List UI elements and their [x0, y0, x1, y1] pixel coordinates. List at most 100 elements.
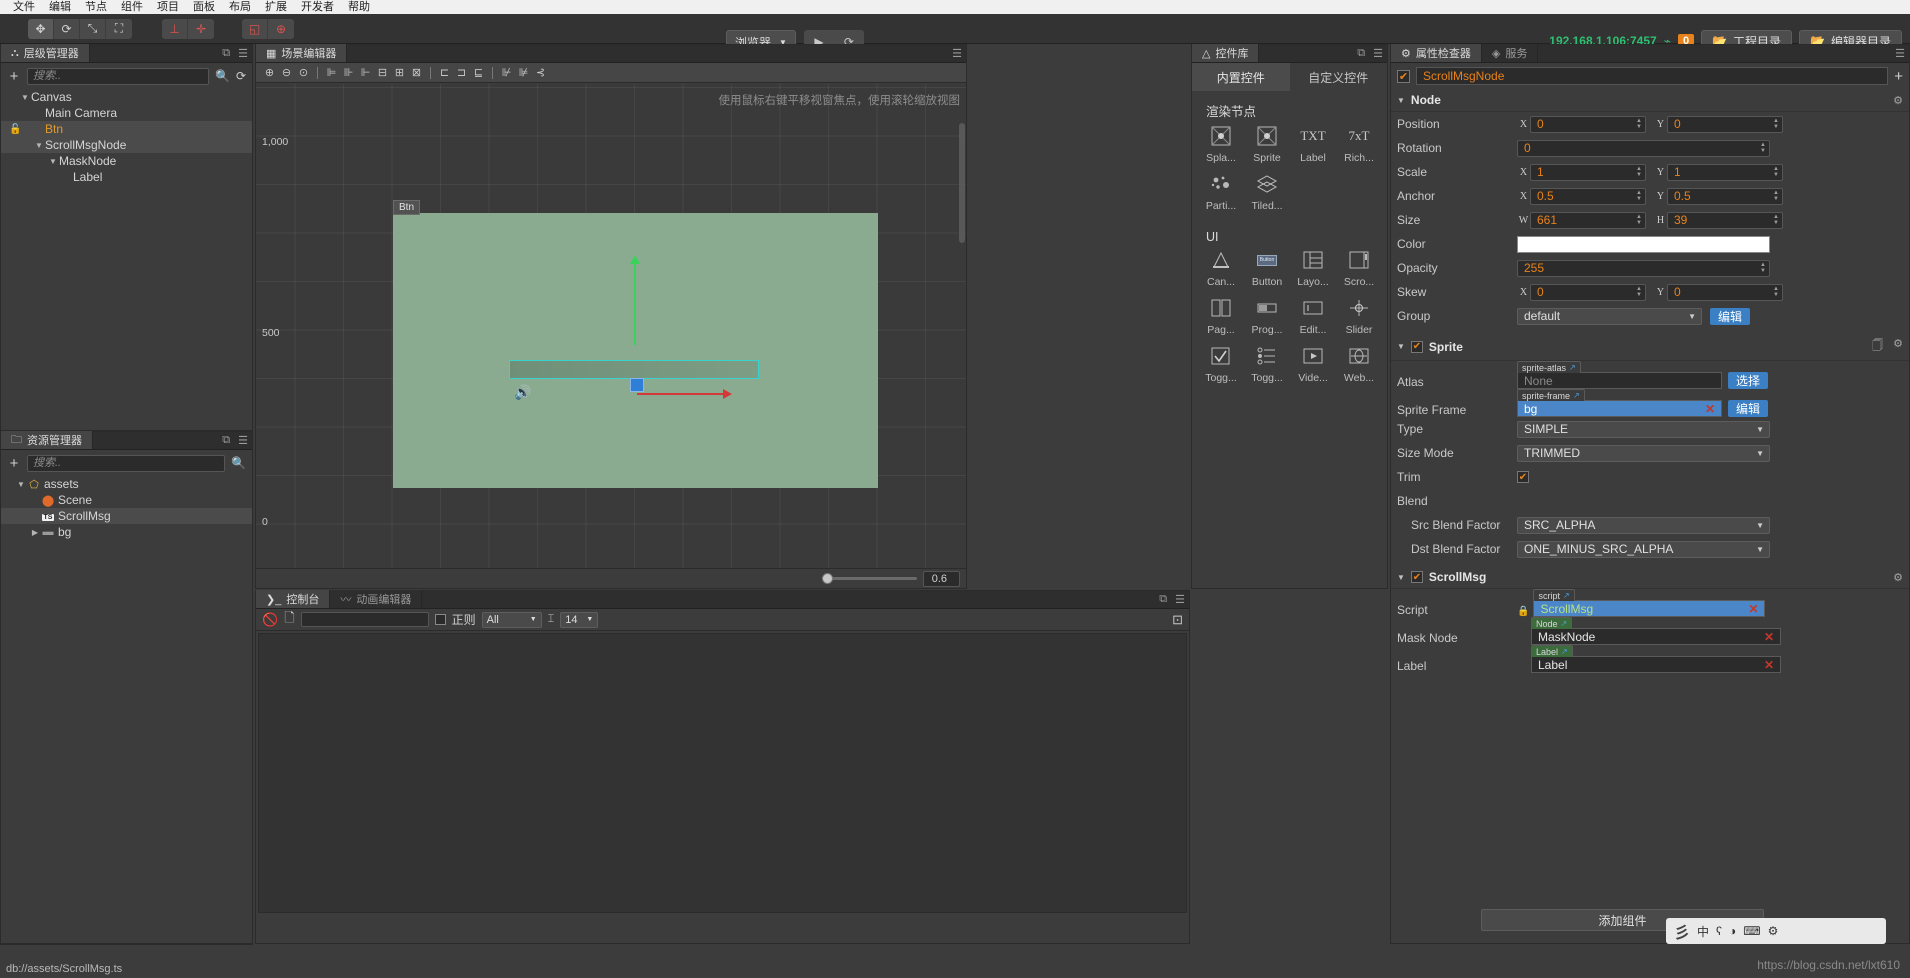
zoom-in-icon[interactable]: ⊕ [262, 65, 277, 81]
widget-item-slider[interactable]: Slider [1336, 296, 1382, 336]
widget-item-togg[interactable]: Togg... [1198, 344, 1244, 384]
external-link-icon[interactable]: ↗ [1569, 363, 1576, 372]
hamburger-icon[interactable]: ☰ [952, 47, 962, 60]
stepper-icon[interactable]: ▲ ▼ [1634, 213, 1644, 228]
align-center-h-icon[interactable]: ⊪ [341, 65, 356, 81]
stepper-icon[interactable]: ▲ ▼ [1771, 189, 1781, 204]
stepper-icon[interactable]: ▲ ▼ [1634, 189, 1644, 204]
expand-arrow-icon[interactable]: ▼ [47, 157, 59, 166]
script-input[interactable]: ScrollMsg ✕ [1533, 600, 1766, 617]
copy-console-icon[interactable]: 🗋 [284, 609, 294, 631]
align-top-icon[interactable]: ⊟ [375, 65, 390, 81]
tab-builtin-widgets[interactable]: 内置控件 [1192, 63, 1290, 91]
ime-mode-label[interactable]: 中 [1697, 923, 1709, 940]
clear-icon[interactable]: ✕ [1748, 602, 1758, 616]
atlas-select-button[interactable]: 选择 [1728, 372, 1768, 389]
stepper-icon[interactable]: ▲ ▼ [1758, 141, 1768, 156]
align-middle-icon[interactable]: ⊞ [392, 65, 407, 81]
spacing-v-icon[interactable]: ⊯ [516, 65, 531, 81]
anchor-x-input[interactable]: 0.5 ▲ ▼ [1530, 187, 1646, 205]
collapse-triangle-icon[interactable]: ▼ [1397, 96, 1405, 105]
rotate-tool-icon[interactable]: ⟳ [54, 18, 80, 39]
opacity-input[interactable]: 255 ▲ ▼ [1517, 259, 1770, 277]
expand-arrow-icon[interactable]: ▼ [33, 141, 45, 150]
local-coord-icon[interactable]: ◱ [242, 18, 268, 39]
trim-checkbox[interactable]: ✔ [1517, 471, 1529, 483]
zoom-slider-knob[interactable] [821, 573, 833, 584]
tab-property-inspector[interactable]: ⚙ 属性检查器 [1391, 44, 1482, 62]
hamburger-icon[interactable]: ☰ [1373, 47, 1383, 60]
console-level-select[interactable]: All ▼ [481, 611, 542, 628]
widget-item-sprite[interactable]: Sprite [1244, 124, 1290, 164]
menu-item-help[interactable]: 帮助 [341, 0, 377, 14]
tab-custom-widgets[interactable]: 自定义控件 [1289, 63, 1387, 91]
tab-widget-library[interactable]: △ 控件库 [1192, 44, 1260, 62]
label-node-input[interactable]: Label ✕ [1531, 656, 1781, 673]
zoom-out-icon[interactable]: ⊖ [279, 65, 294, 81]
skew-x-input[interactable]: 0 ▲ ▼ [1530, 283, 1646, 301]
distribute-h-icon[interactable]: ⊏ [437, 65, 452, 81]
expand-arrow-icon[interactable]: ▼ [19, 93, 31, 102]
hierarchy-node-main-camera[interactable]: Main Camera [1, 105, 252, 121]
group-select[interactable]: default ▼ [1517, 307, 1702, 325]
external-link-icon[interactable]: ↗ [1573, 391, 1580, 400]
hierarchy-node-btn[interactable]: 🔓 Btn [1, 121, 252, 137]
console-filter-input[interactable] [300, 612, 429, 627]
asset-node-bg[interactable]: ▶ ▬ bg [1, 524, 252, 540]
ime-shape-icon[interactable]: ◑ [1729, 924, 1736, 938]
section-node[interactable]: ▼ Node ⚙ [1391, 89, 1909, 112]
external-link-icon[interactable]: ↗ [1561, 619, 1568, 628]
align-right-icon[interactable]: ⊩ [358, 65, 373, 81]
external-link-icon[interactable]: ↗ [1561, 647, 1568, 656]
widget-item-rich[interactable]: 7xT Rich... [1336, 124, 1382, 164]
stepper-icon[interactable]: ▲ ▼ [1634, 117, 1644, 132]
copy-icon[interactable]: 🗍 [1872, 337, 1883, 356]
anchor-y-input[interactable]: 0.5 ▲ ▼ [1667, 187, 1783, 205]
ime-settings-icon[interactable]: ⚙ [1768, 924, 1779, 938]
align-bottom-icon[interactable]: ⊠ [409, 65, 424, 81]
widget-item-pag[interactable]: Pag... [1198, 296, 1244, 336]
zoom-value[interactable]: 0.6 [922, 570, 960, 587]
collapse-triangle-icon[interactable]: ▼ [1397, 342, 1405, 351]
popout-icon[interactable]: ⧉ [1357, 47, 1365, 60]
gear-icon[interactable]: ⚙ [1893, 94, 1903, 107]
add-node-button[interactable]: + [7, 68, 21, 85]
sprite-frame-edit-button[interactable]: 编辑 [1728, 400, 1768, 417]
ime-punctuation-icon[interactable]: ʕ [1716, 924, 1722, 938]
node-enabled-checkbox[interactable]: ✔ [1397, 69, 1410, 83]
ime-keyboard-icon[interactable]: ⌨ [1743, 924, 1760, 938]
rect-tool-icon[interactable]: ⛶ [106, 19, 132, 39]
search-icon[interactable]: 🔍 [215, 69, 230, 83]
hierarchy-node-canvas[interactable]: ▼ Canvas [1, 89, 252, 105]
size-mode-select[interactable]: TRIMMED ▼ [1517, 444, 1770, 462]
popout-icon[interactable]: ⧉ [222, 434, 230, 447]
widget-item-edit[interactable]: Edit... [1290, 296, 1336, 336]
skew-y-input[interactable]: 0 ▲ ▼ [1667, 283, 1783, 301]
size-w-input[interactable]: 661 ▲ ▼ [1530, 211, 1646, 229]
add-property-icon[interactable]: + [1894, 68, 1903, 85]
spacing-both-icon[interactable]: ⊰ [533, 65, 548, 81]
gizmo-x-axis[interactable] [637, 389, 732, 399]
expand-arrow-icon[interactable]: ▶ [29, 528, 41, 537]
pivot-icon[interactable]: ⊥ [162, 18, 188, 39]
tab-scene-editor[interactable]: ▦ 场景编辑器 [256, 44, 348, 62]
widget-item-parti[interactable]: Parti... [1198, 172, 1244, 212]
stepper-icon[interactable]: ▲ ▼ [1771, 213, 1781, 228]
asset-node-assets[interactable]: ▼ ⬠ assets [1, 476, 252, 492]
widget-item-togg[interactable]: Togg... [1244, 344, 1290, 384]
search-icon[interactable]: 🔍 [231, 456, 246, 470]
clear-console-icon[interactable]: 🚫 [262, 612, 278, 628]
world-coord-icon[interactable]: ⊕ [268, 19, 294, 39]
collapse-triangle-icon[interactable]: ▼ [1397, 573, 1405, 582]
gizmo-center-handle[interactable] [630, 378, 644, 392]
tab-services[interactable]: ◈ 服务 [1481, 44, 1539, 62]
hamburger-icon[interactable]: ☰ [238, 47, 248, 60]
widget-item-spla[interactable]: Spla... [1198, 124, 1244, 164]
tab-assets[interactable]: 🗀 资源管理器 [1, 431, 93, 449]
menu-item-node[interactable]: 节点 [78, 0, 114, 14]
widget-item-prog[interactable]: Prog... [1244, 296, 1290, 336]
asset-node-scrollmsg[interactable]: TS ScrollMsg [1, 508, 252, 524]
size-h-input[interactable]: 39 ▲ ▼ [1667, 211, 1783, 229]
sprite-frame-input[interactable]: bg ✕ [1517, 400, 1722, 417]
widget-item-web[interactable]: Web... [1336, 344, 1382, 384]
